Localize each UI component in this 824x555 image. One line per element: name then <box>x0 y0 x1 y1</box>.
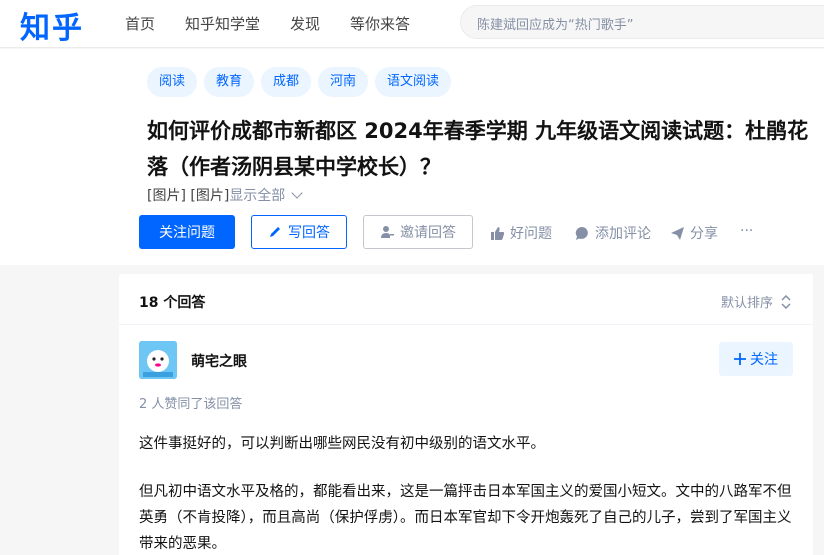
write-answer-label: 写回答 <box>288 225 330 241</box>
answer-paragraph: 但凡初中语文水平及格的，都能看出来，这是一篇抨击日本军国主义的爱国小短文。文中的… <box>139 484 792 552</box>
add-comment-button[interactable]: 添加评论 <box>575 223 651 243</box>
invite-answer-button[interactable]: 邀请回答 <box>363 215 473 249</box>
person-add-icon <box>381 226 394 238</box>
topic-tag[interactable]: 语文阅读 <box>375 67 452 97</box>
chevron-down-icon[interactable] <box>291 187 303 199</box>
topic-tag[interactable]: 河南 <box>318 67 369 97</box>
search-input[interactable]: 陈建斌回应成为“热门歌手” <box>460 5 824 39</box>
comment-icon <box>575 226 588 240</box>
sort-toggle-icon <box>781 294 791 309</box>
nav-waiting-answer[interactable]: 等你来答 <box>350 13 410 34</box>
thumbs-up-icon <box>491 226 505 240</box>
question-header: 阅读 教育 成都 河南 语文阅读 如何评价成都市新都区 2024年春季学期 九年… <box>0 49 824 265</box>
share-label: 分享 <box>690 226 718 242</box>
question-title: 如何评价成都市新都区 2024年春季学期 九年级语文阅读试题：杜鹃花落（作者汤阴… <box>147 119 809 179</box>
plus-icon <box>734 353 746 365</box>
share-icon <box>671 226 684 240</box>
add-comment-label: 添加评论 <box>595 226 651 242</box>
top-navbar: 知乎 首页 知乎知学堂 发现 等你来答 陈建斌回应成为“热门歌手” <box>0 0 824 48</box>
pencil-icon <box>270 227 280 237</box>
invite-answer-label: 邀请回答 <box>400 225 456 241</box>
good-question-button[interactable]: 好问题 <box>490 223 552 243</box>
follow-question-label: 关注问题 <box>159 225 215 241</box>
write-answer-button[interactable]: 写回答 <box>251 215 347 249</box>
follow-author-button[interactable]: 关注 <box>719 342 793 376</box>
avatar[interactable] <box>139 341 177 379</box>
share-button[interactable]: 分享 <box>670 223 718 243</box>
good-question-label: 好问题 <box>510 226 552 242</box>
topic-tag[interactable]: 教育 <box>204 67 255 97</box>
sort-dropdown[interactable]: 默认排序 <box>721 292 791 311</box>
question-description: [图片] [图片]显示全部 <box>147 185 303 205</box>
follow-question-button[interactable]: 关注问题 <box>139 215 235 249</box>
nav-home[interactable]: 首页 <box>125 13 155 34</box>
show-all-link[interactable]: 显示全部 <box>229 188 285 204</box>
vote-count: 2 人赞同了该回答 <box>139 397 243 412</box>
topic-tag[interactable]: 阅读 <box>147 67 198 97</box>
nav-discover[interactable]: 发现 <box>290 13 320 34</box>
avatar-image <box>139 341 177 379</box>
answers-card: 18 个回答 默认排序 萌宅之眼 关注 2 人赞同了该回答 这件事挺好的，可以判… <box>119 274 813 555</box>
search-placeholder: 陈建斌回应成为“热门歌手” <box>477 18 634 33</box>
nav-zhixuetang[interactable]: 知乎知学堂 <box>185 13 260 34</box>
topic-tag[interactable]: 成都 <box>261 67 312 97</box>
author-name[interactable]: 萌宅之眼 <box>191 351 247 371</box>
more-options-button[interactable]: ··· <box>740 223 753 239</box>
answer-count: 18 个回答 <box>139 295 206 311</box>
sort-label: 默认排序 <box>720 296 773 311</box>
description-images[interactable]: [图片] [图片] <box>147 188 229 204</box>
divider <box>119 324 813 325</box>
answer-paragraph: 这件事挺好的，可以判断出哪些网民没有初中级别的语文水平。 <box>139 436 545 452</box>
follow-author-label: 关注 <box>750 352 778 368</box>
zhihu-logo[interactable]: 知乎 <box>20 3 84 47</box>
